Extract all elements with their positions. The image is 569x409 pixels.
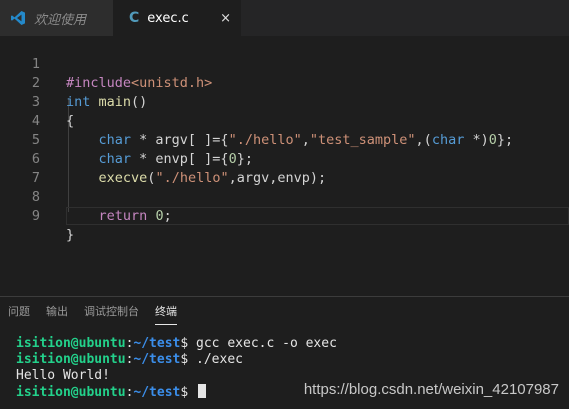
editor-tab-bar: 欢迎使用 C exec.c × (0, 0, 569, 36)
terminal-path: ~/test (133, 385, 181, 400)
terminal-path: ~/test (133, 352, 181, 367)
terminal-line: isition@ubuntu:~/test$ ./exec (16, 352, 243, 368)
terminal-output: Hello World! (16, 368, 110, 383)
code-line: 7 (0, 150, 569, 186)
terminal-line[interactable]: isition@ubuntu:~/test$ (16, 384, 207, 400)
tab-problems[interactable]: 问题 (0, 297, 38, 327)
terminal-command: ./exec (196, 352, 243, 367)
vscode-icon (11, 11, 25, 25)
code-editor[interactable]: 1 #include<unistd.h> 2 int main() 3 { 4 … (0, 36, 569, 296)
code-line: 5 char * envp[ ]={0}; (0, 112, 569, 167)
tab-welcome[interactable]: 欢迎使用 (0, 0, 113, 36)
watermark: https://blog.csdn.net/weixin_42107987 (303, 381, 559, 398)
tab-exec-c-label: exec.c (147, 10, 189, 26)
terminal-prompt: $ (180, 385, 197, 400)
terminal-user: isition@ubuntu (16, 352, 126, 367)
code-token: } (66, 227, 75, 243)
tab-welcome-label: 欢迎使用 (34, 12, 87, 28)
terminal-user: isition@ubuntu (16, 336, 126, 351)
terminal-line: Hello World! (16, 368, 110, 384)
terminal-line: isition@ubuntu:~/test$ gcc exec.c -o exe… (16, 336, 337, 352)
close-icon[interactable]: × (220, 11, 231, 26)
code-line: 9 } (0, 188, 569, 243)
code-line: 2 int main() (0, 55, 569, 110)
tab-exec-c[interactable]: C exec.c × (113, 0, 241, 36)
tab-debug-console[interactable]: 调试控制台 (76, 297, 147, 327)
terminal-prompt: $ (180, 352, 197, 367)
terminal-prompt: $ (180, 336, 197, 351)
tab-terminal[interactable]: 终端 (147, 297, 185, 327)
code-line: 3 { (0, 74, 569, 129)
bottom-panel: 问题 输出 调试控制台 终端 isition@ubuntu:~/test$ gc… (0, 296, 569, 409)
c-file-icon: C (129, 10, 140, 26)
code-line: 1 #include<unistd.h> (0, 36, 569, 91)
current-line-highlight (66, 207, 569, 225)
terminal-cursor (198, 384, 207, 398)
code-line: 8 return 0; (0, 169, 569, 224)
code-line: 4 char * argv[ ]={"./hello","test_sample… (0, 93, 569, 148)
panel-tabs: 问题 输出 调试控制台 终端 (0, 297, 185, 327)
code-line: 6 execve("./hello",argv,envp); (0, 131, 569, 186)
terminal-user: isition@ubuntu (16, 385, 126, 400)
terminal-path: ~/test (133, 336, 181, 351)
terminal-command: gcc exec.c -o exec (196, 336, 337, 351)
tab-output[interactable]: 输出 (38, 297, 76, 327)
line-number: 9 (31, 208, 40, 224)
